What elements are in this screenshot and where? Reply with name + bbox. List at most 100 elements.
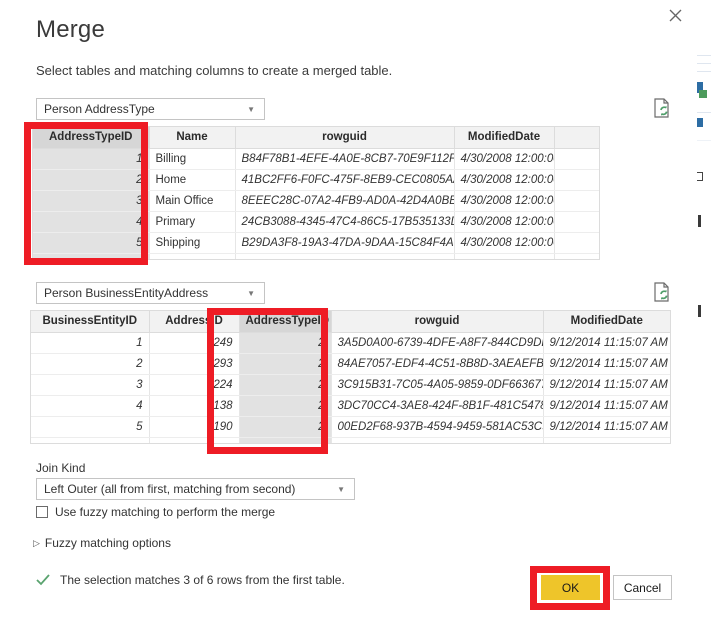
cell-rowguid: 8EEEC28C-07A2-4FB9-AD0A-42D4A0BBC575: [235, 190, 455, 212]
cell-addressid: 190: [149, 416, 240, 438]
cell-addresstypeid: 2: [239, 353, 332, 375]
cell-rowguid: 3A5D0A00-6739-4DFE-A8F7-844CD9DEE3DF: [331, 332, 544, 354]
column-header-name[interactable]: Name: [149, 127, 236, 149]
column-header-addresstypeid[interactable]: AddressTypeID: [33, 127, 150, 149]
cell-addresstypeid: 2: [239, 332, 332, 354]
table-row-spacer: [31, 437, 670, 443]
cell-addresstypeid: 2: [239, 416, 332, 438]
ok-button[interactable]: OK: [541, 575, 600, 600]
chevron-down-icon: ▼: [337, 484, 345, 494]
cell-modifieddate: 4/30/2008 12:00:00 AM: [454, 232, 555, 254]
cancel-button[interactable]: Cancel: [613, 575, 672, 600]
cell-addresstypeid: 5: [33, 232, 150, 254]
cell-modifieddate: 4/30/2008 12:00:00 AM: [454, 148, 555, 170]
chevron-down-icon: ▼: [247, 104, 255, 114]
cell-filler: [554, 211, 599, 233]
cell-name: Home: [149, 169, 236, 191]
cell-filler: [554, 190, 599, 212]
cell-modifieddate: 9/12/2014 11:15:07 AM: [543, 416, 670, 438]
column-header-addressid[interactable]: AddressID: [149, 311, 240, 333]
cell-name: Primary: [149, 211, 236, 233]
refresh-preview-icon[interactable]: [653, 282, 671, 302]
expander-triangle-icon: ▷: [33, 537, 40, 548]
cell-rowguid: 41BC2FF6-F0FC-475F-8EB9-CEC0805AA0F2: [235, 169, 455, 191]
cell-filler: [554, 148, 599, 170]
table-row-spacer: [33, 253, 599, 259]
green-check-icon: [36, 573, 50, 587]
cell-name: Main Office: [149, 190, 236, 212]
cell-businessentityid: 3: [31, 374, 150, 396]
cell-addressid: 224: [149, 374, 240, 396]
cell-modifieddate: 4/30/2008 12:00:00 AM: [454, 190, 555, 212]
cell-rowguid: 3C915B31-7C05-4A05-9859-0DF663677240: [331, 374, 544, 396]
fuzzy-matching-options-expander[interactable]: ▷ Fuzzy matching options: [33, 536, 171, 550]
cell-addressid: 293: [149, 353, 240, 375]
table-row[interactable]: 5 190 2 00ED2F68-937B-4594-9459-581AC53C…: [31, 416, 670, 438]
second-table-select-value: Person BusinessEntityAddress: [44, 286, 209, 300]
merge-dialog: Merge Select tables and matching columns…: [0, 0, 697, 627]
cell-modifieddate: 9/12/2014 11:15:07 AM: [543, 374, 670, 396]
column-header-rowguid[interactable]: rowguid: [235, 127, 455, 149]
table-row[interactable]: 4 Primary 24CB3088-4345-47C4-86C5-17B535…: [33, 211, 599, 233]
first-table-preview[interactable]: AddressTypeID Name rowguid ModifiedDate …: [32, 126, 600, 260]
cell-addressid: 1138: [149, 395, 240, 417]
cell-businessentityid: 2: [31, 353, 150, 375]
cell-addresstypeid: 1: [33, 148, 150, 170]
checkbox-icon[interactable]: [36, 506, 48, 518]
close-icon[interactable]: [662, 3, 688, 27]
cell-addresstypeid: 3: [33, 190, 150, 212]
cell-filler: [554, 169, 599, 191]
cell-modifieddate: 4/30/2008 12:00:00 AM: [454, 211, 555, 233]
cell-modifieddate: 9/12/2014 11:15:07 AM: [543, 353, 670, 375]
join-kind-value: Left Outer (all from first, matching fro…: [44, 482, 296, 496]
cell-rowguid: 3DC70CC4-3AE8-424F-8B1F-481C5478E941: [331, 395, 544, 417]
table-header-row: BusinessEntityID AddressID AddressTypeID…: [31, 311, 670, 333]
column-header-businessentityid[interactable]: BusinessEntityID: [31, 311, 150, 333]
first-table-grid: AddressTypeID Name rowguid ModifiedDate …: [33, 127, 599, 259]
join-kind-label: Join Kind: [36, 461, 86, 475]
table-row[interactable]: 1 Billing B84F78B1-4EFE-4A0E-8CB7-70E9F1…: [33, 148, 599, 170]
chevron-down-icon: ▼: [247, 288, 255, 298]
cell-rowguid: 84AE7057-EDF4-4C51-8B8D-3AEAEFBFB4A1: [331, 353, 544, 375]
cell-rowguid: 00ED2F68-937B-4594-9459-581AC53C98E3: [331, 416, 544, 438]
fuzzy-matching-options-label: Fuzzy matching options: [44, 536, 171, 550]
dialog-subtitle: Select tables and matching columns to cr…: [36, 63, 393, 78]
join-kind-select[interactable]: Left Outer (all from first, matching fro…: [36, 478, 355, 500]
table-row[interactable]: 3 Main Office 8EEEC28C-07A2-4FB9-AD0A-42…: [33, 190, 599, 212]
status-text: The selection matches 3 of 6 rows from t…: [60, 573, 345, 587]
second-table-select[interactable]: Person BusinessEntityAddress ▼: [36, 282, 265, 304]
table-row[interactable]: 1 249 2 3A5D0A00-6739-4DFE-A8F7-844CD9DE…: [31, 332, 670, 354]
cell-modifieddate: 9/12/2014 11:15:07 AM: [543, 332, 670, 354]
cell-rowguid: 24CB3088-4345-47C4-86C5-17B535133D1E: [235, 211, 455, 233]
cell-addressid: 249: [149, 332, 240, 354]
table-row[interactable]: 2 293 2 84AE7057-EDF4-4C51-8B8D-3AEAEFBF…: [31, 353, 670, 375]
cell-modifieddate: 9/12/2014 11:15:07 AM: [543, 395, 670, 417]
cell-businessentityid: 1: [31, 332, 150, 354]
cell-addresstypeid: 2: [33, 169, 150, 191]
column-header-filler: [554, 127, 599, 149]
cell-name: Shipping: [149, 232, 236, 254]
cell-addresstypeid: 4: [33, 211, 150, 233]
cell-businessentityid: 4: [31, 395, 150, 417]
table-row[interactable]: 2 Home 41BC2FF6-F0FC-475F-8EB9-CEC0805AA…: [33, 169, 599, 191]
table-row[interactable]: 5 Shipping B29DA3F8-19A3-47DA-9DAA-15C84…: [33, 232, 599, 254]
column-header-rowguid[interactable]: rowguid: [331, 311, 544, 333]
second-table-grid: BusinessEntityID AddressID AddressTypeID…: [31, 311, 670, 443]
table-row[interactable]: 3 224 2 3C915B31-7C05-4A05-9859-0DF66367…: [31, 374, 670, 396]
cell-addresstypeid: 2: [239, 374, 332, 396]
cell-businessentityid: 5: [31, 416, 150, 438]
column-header-addresstypeid[interactable]: AddressTypeID: [239, 311, 332, 333]
first-table-select-value: Person AddressType: [44, 102, 155, 116]
column-header-modifieddate[interactable]: ModifiedDate: [543, 311, 670, 333]
cell-filler: [554, 232, 599, 254]
column-header-modifieddate[interactable]: ModifiedDate: [454, 127, 555, 149]
cell-name: Billing: [149, 148, 236, 170]
second-table-preview[interactable]: BusinessEntityID AddressID AddressTypeID…: [30, 310, 671, 444]
fuzzy-matching-checkbox[interactable]: Use fuzzy matching to perform the merge: [36, 505, 275, 519]
cell-addresstypeid: 2: [239, 395, 332, 417]
fuzzy-matching-label: Use fuzzy matching to perform the merge: [55, 505, 276, 519]
table-header-row: AddressTypeID Name rowguid ModifiedDate: [33, 127, 599, 149]
table-row[interactable]: 4 1138 2 3DC70CC4-3AE8-424F-8B1F-481C547…: [31, 395, 670, 417]
first-table-select[interactable]: Person AddressType ▼: [36, 98, 265, 120]
refresh-preview-icon[interactable]: [653, 98, 671, 118]
